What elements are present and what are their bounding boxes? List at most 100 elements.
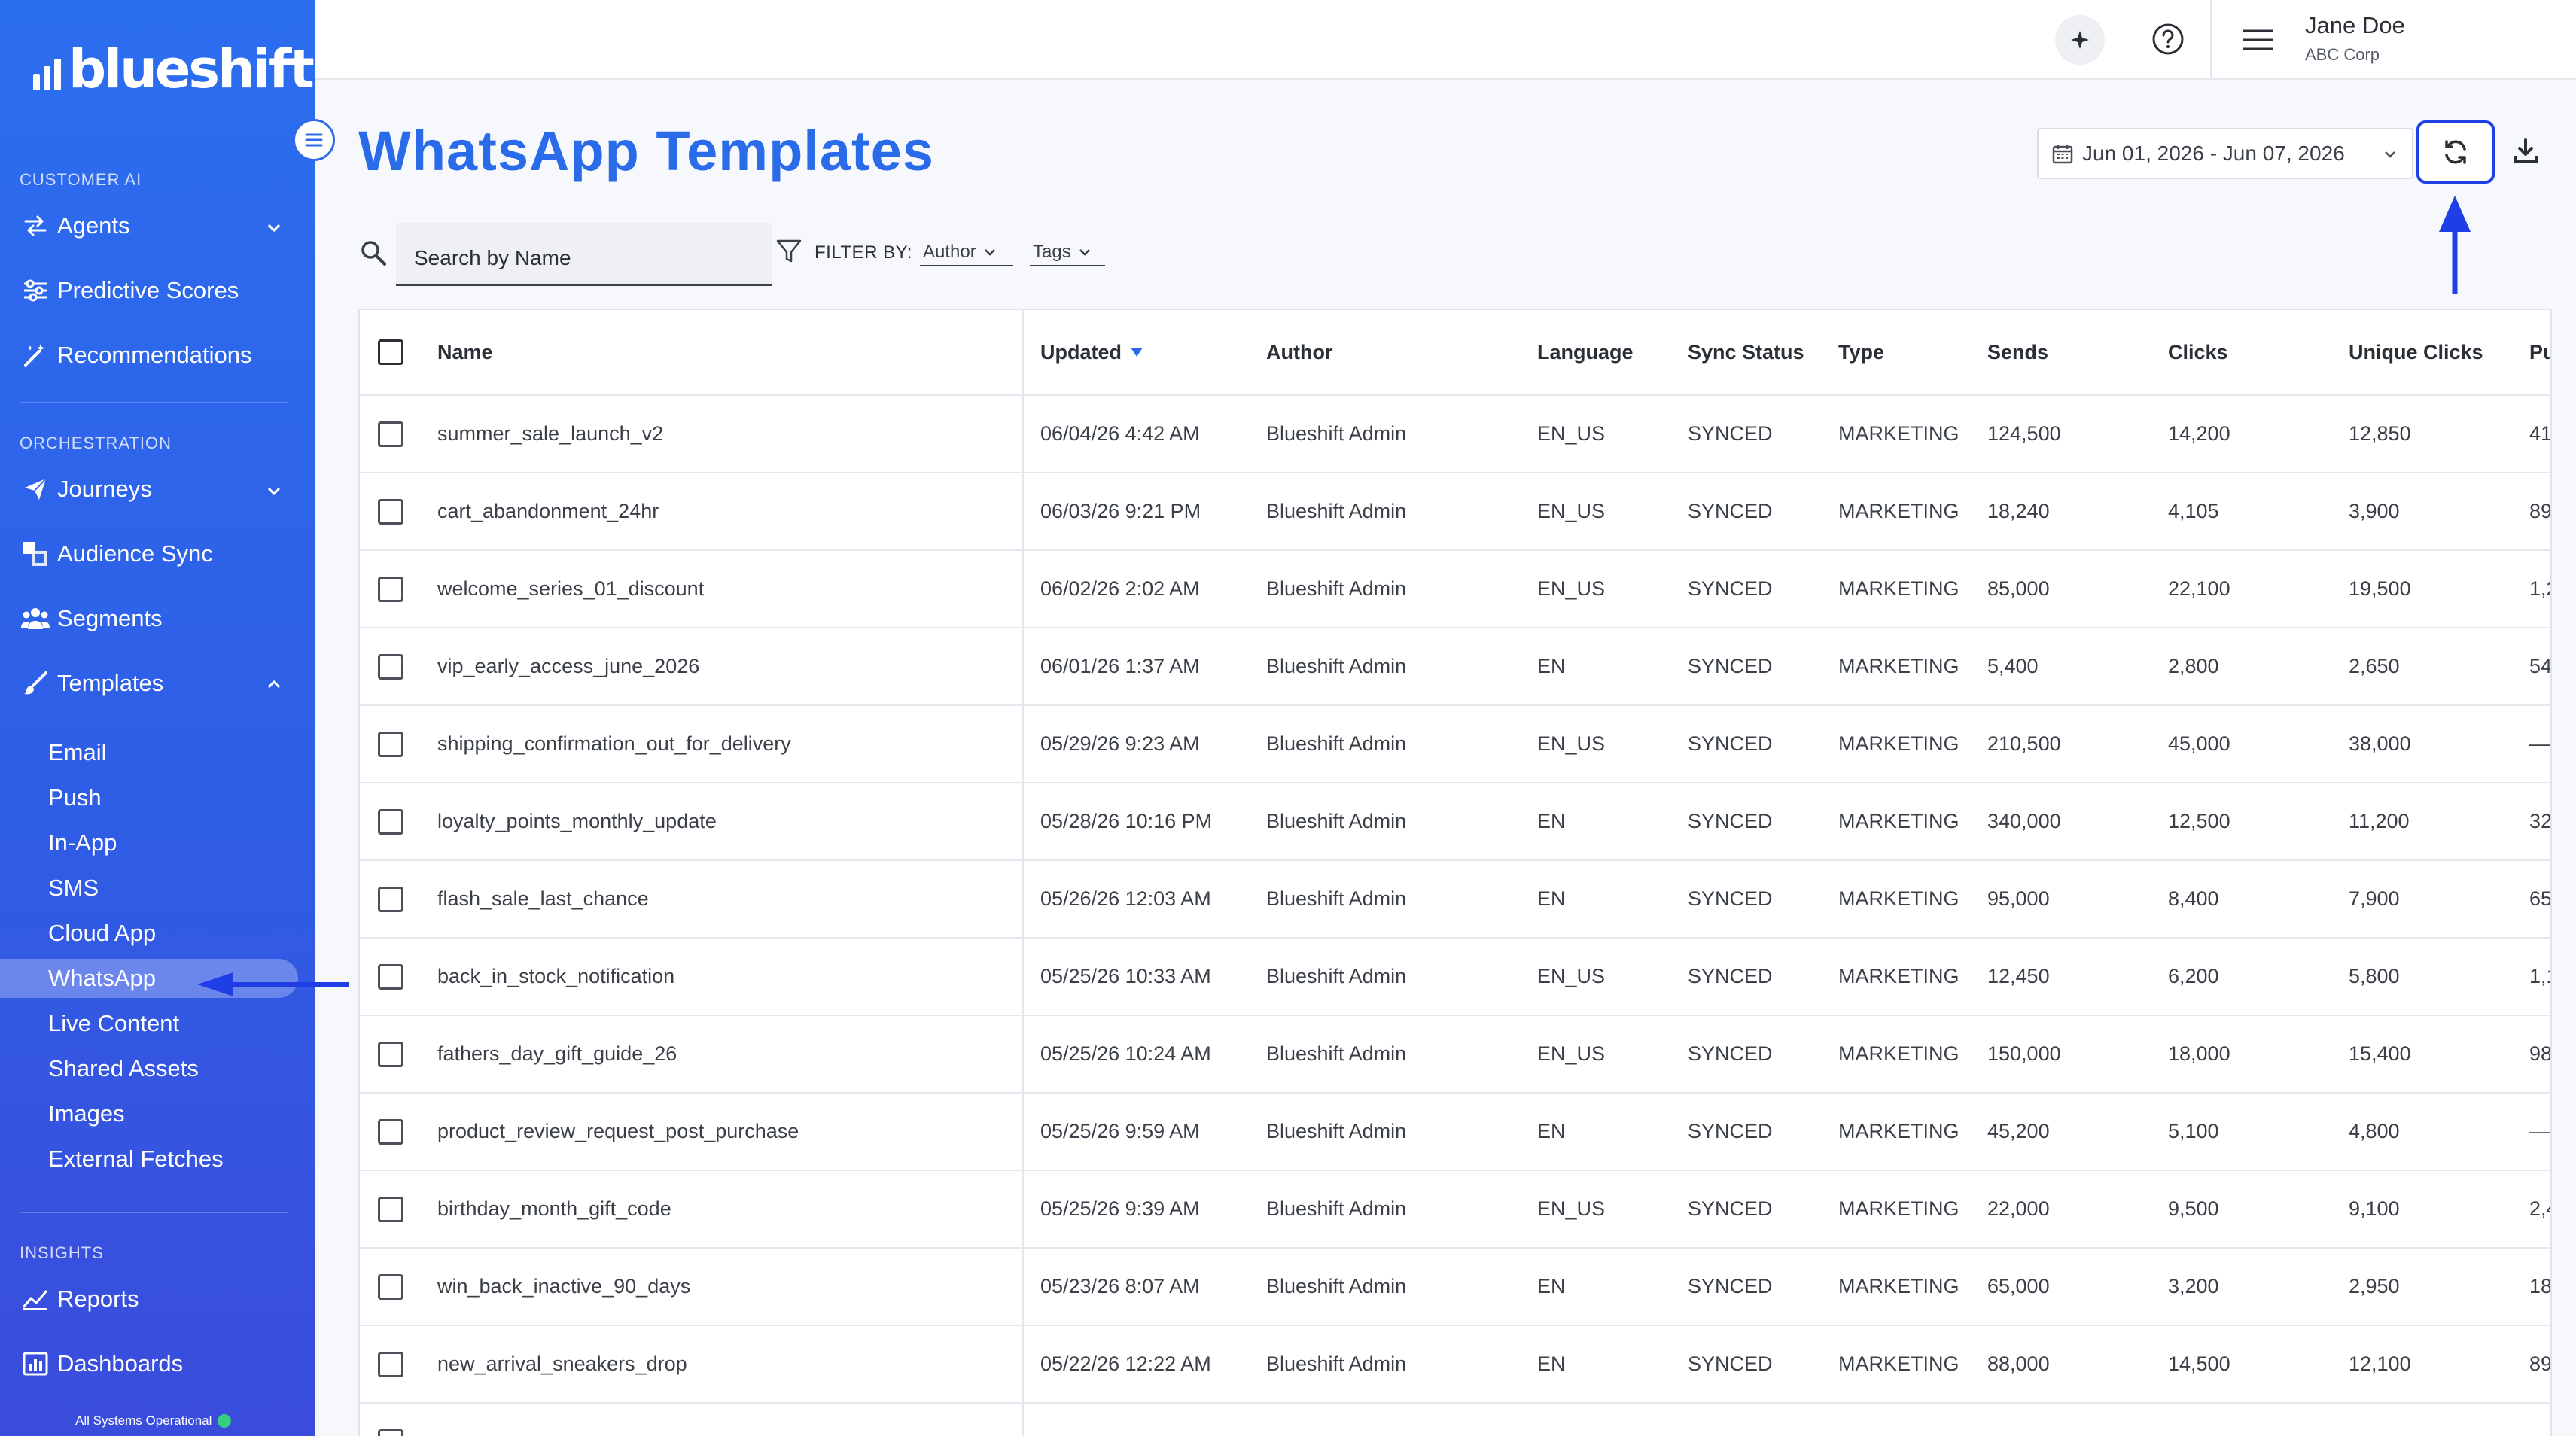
cell-name[interactable]: vip_early_access_june_2026	[437, 628, 699, 704]
cell-unique-clicks: 12,100	[2349, 1352, 2411, 1375]
row-checkbox[interactable]	[378, 653, 403, 680]
cell-name[interactable]: back_in_stock_notification	[437, 939, 674, 1015]
cell-name[interactable]: fathers_day_gift_guide_26	[437, 1016, 677, 1092]
table-row[interactable]: back_in_stock_notification 05/25/26 10:33…	[360, 939, 2550, 1016]
column-header-unique-clicks[interactable]: Unique Clicks	[2349, 310, 2483, 394]
cell-language: EN_US	[1537, 500, 1606, 522]
column-header-clicks[interactable]: Clicks	[2168, 310, 2228, 394]
cell-name[interactable]: shipping_confirmation_out_for_delivery	[437, 706, 791, 782]
cell-clicks: 3,200	[2168, 1275, 2219, 1298]
sidebar-item-predictive-scores[interactable]: Predictive Scores	[20, 266, 291, 315]
sidebar-subitem-external-fetches[interactable]: External Fetches	[48, 1139, 289, 1179]
user-menu[interactable]: Jane Doe ABC Corp	[2210, 0, 2576, 80]
brand-logo[interactable]: blueshift	[33, 38, 315, 100]
column-header-author[interactable]: Author	[1266, 310, 1332, 394]
row-checkbox[interactable]	[378, 1118, 403, 1145]
cell-name[interactable]: loyalty_points_monthly_update	[437, 783, 717, 859]
column-header-truncated[interactable]: Pu	[2529, 310, 2550, 394]
column-header-sends[interactable]: Sends	[1987, 310, 2048, 394]
cell-name[interactable]: new_arrival_sneakers_drop	[437, 1326, 687, 1402]
table-row[interactable]: win_back_inactive_90_days 05/23/26 8:07 A…	[360, 1249, 2550, 1326]
sidebar-item-dashboards[interactable]: Dashboards	[20, 1340, 291, 1388]
sidebar-item-agents[interactable]: Agents	[20, 202, 291, 250]
table-row[interactable]: shipping_confirmation_out_for_delivery 05…	[360, 706, 2550, 783]
select-all-checkbox[interactable]	[378, 339, 403, 365]
page-title: WhatsApp Templates	[358, 120, 934, 182]
cell-type: MARKETING	[1838, 887, 1959, 910]
cell-name[interactable]: win_back_inactive_90_days	[437, 1249, 690, 1325]
column-header-updated[interactable]: Updated	[1040, 310, 1144, 394]
sidebar-subitem-in-app[interactable]: In-App	[48, 823, 289, 863]
table-row[interactable]: new_arrival_sneakers_drop 05/22/26 12:22 …	[360, 1326, 2550, 1404]
table-row[interactable]: summer_sale_launch_v2 06/04/26 4:42 AM Blu…	[360, 396, 2550, 473]
cell-name[interactable]: summer_sale_launch_v2	[437, 396, 663, 472]
table-row[interactable]: fathers_day_gift_guide_26 05/25/26 10:24 …	[360, 1016, 2550, 1094]
cell-name[interactable]: birthday_month_gift_code	[437, 1171, 671, 1247]
sliders-icon	[20, 275, 51, 306]
column-header-language[interactable]: Language	[1537, 310, 1634, 394]
sidebar-collapse-button[interactable]	[293, 119, 335, 161]
cell-updated: 06/01/26 1:37 AM	[1040, 655, 1200, 677]
sidebar-item-recommendations[interactable]: Recommendations	[20, 331, 291, 379]
author-filter-dropdown[interactable]: Author	[920, 239, 1013, 266]
cell-sends: 340,000	[1987, 810, 2061, 832]
cell-type: MARKETING	[1838, 1042, 1959, 1065]
row-checkbox[interactable]	[378, 576, 403, 602]
table-row[interactable]: loyalty_points_monthly_update 05/28/26 10…	[360, 783, 2550, 861]
sidebar-subitem-images[interactable]: Images	[48, 1094, 289, 1133]
row-checkbox[interactable]	[378, 1273, 403, 1300]
column-header-sync-status[interactable]: Sync Status	[1688, 310, 1804, 394]
table-row[interactable]: vip_early_access_june_2026 06/01/26 1:37 …	[360, 628, 2550, 706]
ai-assistant-button[interactable]	[2055, 15, 2105, 65]
row-checkbox[interactable]	[378, 886, 403, 912]
table-row[interactable]: flash_sale_last_chance 05/26/26 12:03 AM B…	[360, 861, 2550, 939]
cell-sync-status: SYNCED	[1688, 1197, 1773, 1220]
sidebar-item-journeys[interactable]: Journeys	[20, 465, 291, 513]
row-checkbox[interactable]	[378, 1351, 403, 1377]
cell-name[interactable]: product_review_request_post_purchase	[437, 1094, 799, 1170]
sidebar-subitem-push[interactable]: Push	[48, 778, 289, 817]
row-checkbox[interactable]	[378, 731, 403, 757]
cell-sync-status: SYNCED	[1688, 1042, 1773, 1065]
hamburger-icon[interactable]	[2242, 29, 2275, 51]
cell-type: MARKETING	[1838, 655, 1959, 677]
cell-updated: 05/22/26 12:22 AM	[1040, 1352, 1211, 1375]
table-row[interactable]: birthday_month_gift_code 05/25/26 9:39 AM…	[360, 1171, 2550, 1249]
row-checkbox[interactable]	[378, 1041, 403, 1067]
sidebar-item-audience-sync[interactable]: Audience Sync	[20, 530, 291, 578]
cell-name[interactable]: welcome_series_01_discount	[437, 551, 704, 627]
dashboard-icon	[20, 1348, 51, 1380]
table-row[interactable]: welcome_series_01_discount 06/02/26 2:02 …	[360, 551, 2550, 628]
cell-name[interactable]: flash_sale_last_chance	[437, 861, 649, 937]
row-checkbox[interactable]	[378, 498, 403, 525]
sidebar-item-reports[interactable]: Reports	[20, 1275, 291, 1323]
column-header-type[interactable]: Type	[1838, 310, 1884, 394]
download-button[interactable]	[2507, 132, 2544, 170]
row-checkbox[interactable]	[378, 1196, 403, 1222]
sidebar-item-templates[interactable]: Templates	[20, 659, 291, 707]
row-checkbox[interactable]	[378, 421, 403, 447]
sidebar-item-segments[interactable]: Segments	[20, 595, 291, 643]
cell-language: EN	[1537, 1275, 1566, 1298]
cell-sends: 150,000	[1987, 1042, 2061, 1065]
help-button[interactable]	[2147, 18, 2189, 60]
table-row[interactable]: product_review_request_post_purchase 05/2…	[360, 1094, 2550, 1171]
row-checkbox[interactable]	[378, 1428, 403, 1436]
row-checkbox[interactable]	[378, 808, 403, 835]
sparkle-icon	[2071, 31, 2089, 49]
row-checkbox[interactable]	[378, 963, 403, 990]
refresh-button[interactable]	[2416, 120, 2495, 184]
sidebar-subitem-shared-assets[interactable]: Shared Assets	[48, 1049, 289, 1088]
sidebar-subitem-sms[interactable]: SMS	[48, 869, 289, 908]
sidebar-subitem-email[interactable]: Email	[48, 733, 289, 772]
sidebar-subitem-cloud-app[interactable]: Cloud App	[48, 914, 289, 953]
table-row[interactable]: cart_abandonment_24hr 06/03/26 9:21 PM Blu…	[360, 473, 2550, 551]
column-header-name[interactable]: Name	[437, 310, 493, 394]
tags-filter-dropdown[interactable]: Tags	[1030, 239, 1105, 266]
search-input[interactable]	[396, 223, 772, 286]
cell-name[interactable]: cart_abandonment_24hr	[437, 473, 659, 549]
table-row[interactable]	[360, 1404, 2550, 1436]
date-range-picker[interactable]: Jun 01, 2026 - Jun 07, 2026	[2037, 128, 2413, 179]
sidebar-subitem-live-content[interactable]: Live Content	[48, 1004, 289, 1043]
cell-sync-status: SYNCED	[1688, 655, 1773, 677]
